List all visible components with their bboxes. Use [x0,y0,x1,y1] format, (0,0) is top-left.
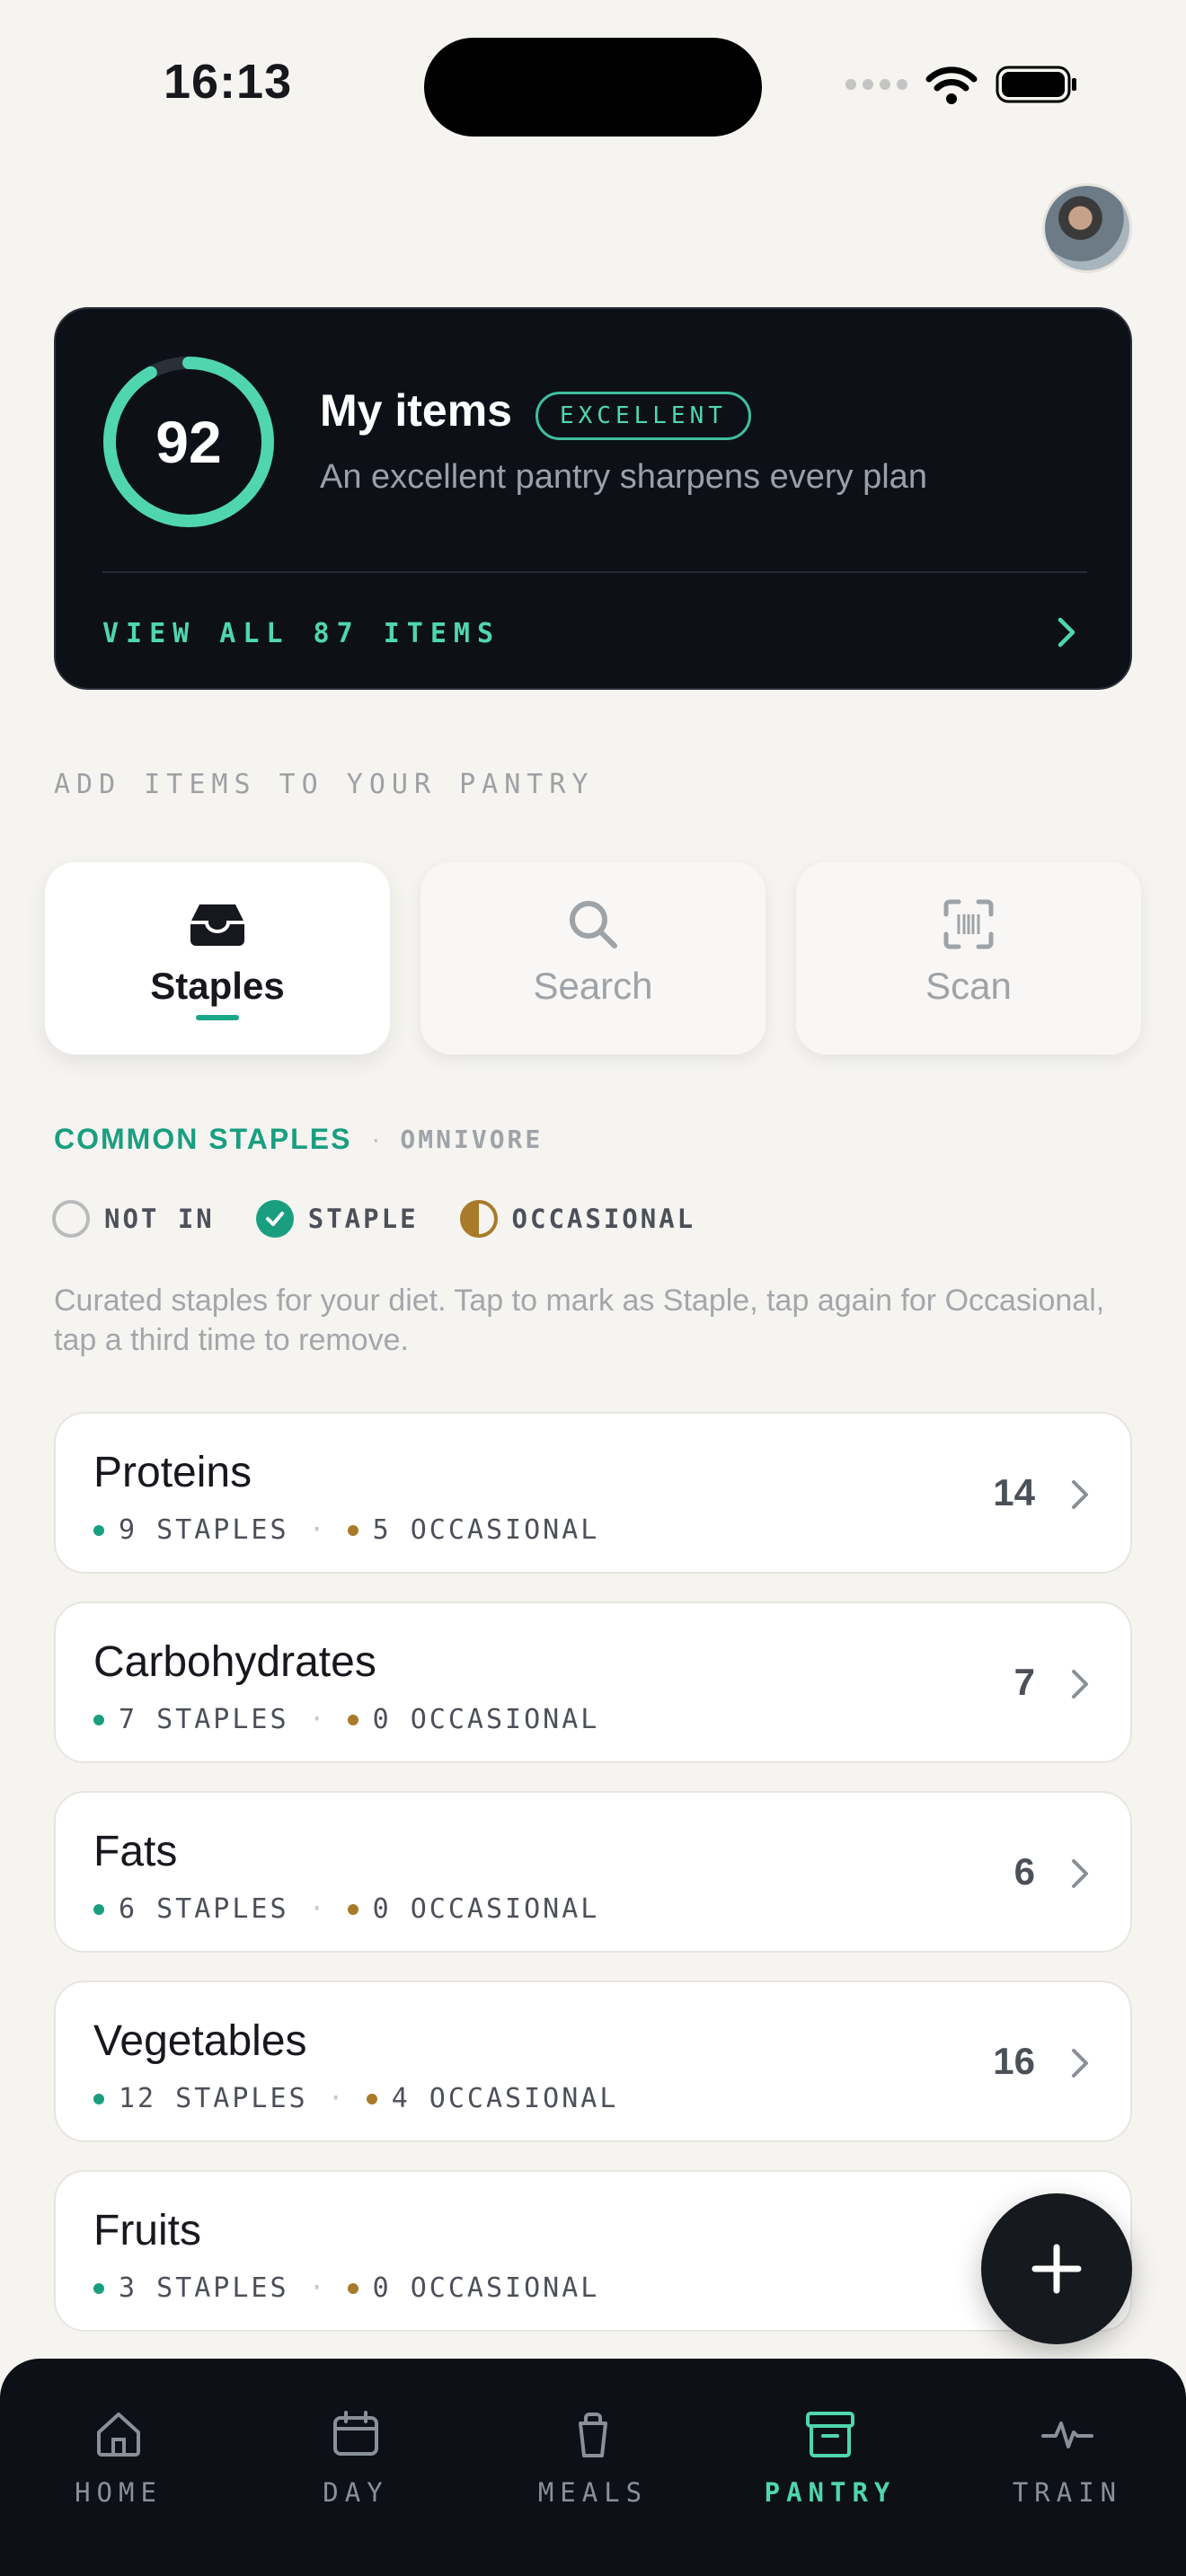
category-meta: 9 STAPLES · 5 OCCASIONAL [93,1514,599,1546]
chevron-right-icon [1058,617,1075,648]
nav-home[interactable]: HOME [29,2405,208,2508]
nav-pantry[interactable]: PANTRY [740,2405,920,2508]
category-meta: 3 STAPLES · 0 OCCASIONAL [93,2272,599,2304]
view-all-items-link[interactable]: VIEW ALL 87 ITEMS [102,618,500,649]
category-name: Proteins [93,1449,252,1496]
tab-label: Scan [925,965,1012,1007]
tab-search[interactable]: Search [420,862,766,1054]
barcode-scan-icon [943,899,994,949]
category-count: 16 [993,2040,1035,2082]
card-subtitle: An excellent pantry sharpens every plan [320,458,927,496]
category-row-fats[interactable]: Fats 6 STAPLES · 0 OCCASIONAL 6 [54,1791,1132,1953]
category-count: 6 [1013,1850,1035,1892]
tab-staples[interactable]: Staples [45,862,390,1054]
check-circle-icon [255,1200,294,1238]
battery-icon [996,66,1076,103]
archive-box-icon [806,2412,854,2457]
half-circle-icon [459,1200,498,1238]
category-row-vegetables[interactable]: Vegetables 12 STAPLES · 4 OCCASIONAL 16 [54,1981,1132,2142]
wifi-icon [925,66,978,104]
category-row-proteins[interactable]: Proteins 9 STAPLES · 5 OCCASIONAL 14 [54,1412,1132,1574]
inbox-icon [190,904,244,946]
status-badge: EXCELLENT [535,392,751,440]
divider [102,571,1087,573]
diet-type: OMNIVORE [400,1125,544,1154]
empty-circle-icon [52,1200,90,1238]
category-name: Carbohydrates [93,1638,376,1686]
separator-dot: · [371,1124,381,1154]
pantry-score-card[interactable]: 92 My items EXCELLENT An excellent pantr… [54,307,1132,690]
chevron-right-icon [1072,2049,1088,2078]
help-text: Curated staples for your diet. Tap to ma… [54,1284,1105,1357]
legend-occasional: OCCASIONAL [459,1200,696,1238]
status-time: 16:13 [164,55,293,109]
status-icons [845,65,1078,104]
category-name: Fruits [93,2207,201,2254]
dynamic-island [424,38,762,137]
active-indicator [196,1015,239,1020]
nav-day[interactable]: DAY [266,2405,446,2508]
tab-label: Staples [150,965,285,1007]
category-row-fruits[interactable]: Fruits 3 STAPLES · 0 OCCASIONAL [54,2170,1132,2332]
chevron-right-icon [1072,1859,1088,1888]
category-meta: 6 STAPLES · 0 OCCASIONAL [93,1893,599,1925]
category-count: 7 [1013,1661,1035,1703]
section-label: ADD ITEMS TO YOUR PANTRY [54,769,595,800]
nav-meals[interactable]: MEALS [503,2405,683,2508]
common-staples-title: COMMON STAPLES [54,1123,352,1155]
legend-staple: STAPLE [255,1200,419,1238]
cup-icon [579,2413,607,2457]
legend-not-in: NOT IN [52,1200,215,1238]
tab-label: Search [533,965,653,1007]
card-title: My items [320,385,512,436]
category-meta: 12 STAPLES · 4 OCCASIONAL [93,2083,618,2114]
score-value: 92 [155,409,222,475]
home-icon [97,2413,140,2457]
category-name: Vegetables [93,2017,307,2065]
plus-icon [1031,2244,1082,2294]
category-name: Fats [93,1828,178,1875]
chevron-right-icon [1072,1480,1088,1509]
bottom-nav: HOME DAY MEALS PANTRY TRAIN [0,2359,1186,2576]
category-row-carbohydrates[interactable]: Carbohydrates 7 STAPLES · 0 OCCASIONAL 7 [54,1601,1132,1763]
search-icon [570,901,617,948]
category-meta: 7 STAPLES · 0 OCCASIONAL [93,1704,599,1735]
tab-scan[interactable]: Scan [796,862,1141,1054]
chevron-right-icon [1072,1670,1088,1698]
calendar-icon [333,2411,378,2456]
category-count: 14 [993,1471,1035,1513]
status-legend: NOT IN STAPLE OCCASIONAL [52,1200,737,1238]
nav-train[interactable]: TRAIN [978,2405,1157,2508]
common-staples-header: COMMON STAPLES · OMNIVORE [54,1123,543,1156]
add-item-button[interactable] [981,2193,1132,2344]
pulse-icon [1041,2422,1093,2448]
profile-avatar[interactable] [1042,183,1132,273]
signal-icon [845,79,907,90]
